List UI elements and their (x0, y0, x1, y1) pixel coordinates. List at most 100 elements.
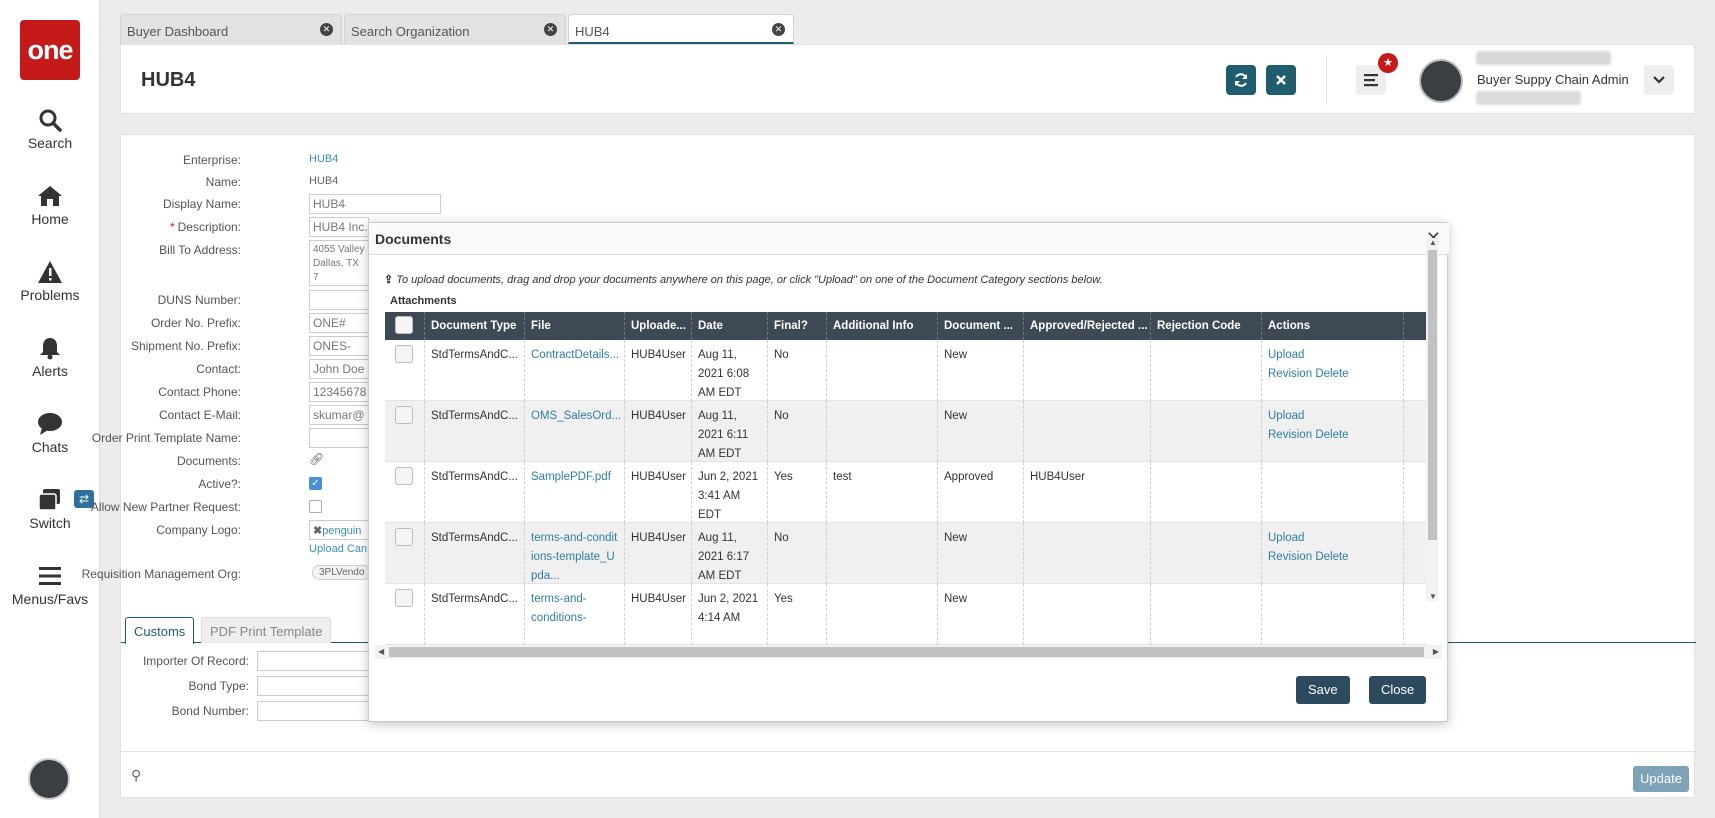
row-checkbox[interactable] (395, 345, 413, 363)
contact-input[interactable]: John Doe (309, 359, 369, 379)
upload-revision-link[interactable]: Upload Revision (1268, 349, 1312, 380)
row-checkbox[interactable] (395, 589, 413, 607)
logo-filename[interactable]: penguin (322, 525, 361, 537)
delete-link[interactable]: Delete (1315, 551, 1348, 563)
upload-link[interactable]: Upload (1268, 349, 1304, 361)
column-header[interactable]: Uploade... (625, 312, 692, 340)
file-link[interactable]: OMS_SalesOrd... (525, 401, 625, 462)
scroll-thumb[interactable] (389, 647, 1424, 657)
order-prefix-input[interactable]: ONE# (309, 313, 369, 333)
close-icon[interactable]: ✕ (772, 23, 785, 36)
refresh-button[interactable] (1226, 65, 1256, 95)
scroll-left-arrow[interactable]: ◀ (378, 647, 384, 656)
contact-phone-input[interactable]: 12345678 (309, 382, 369, 402)
upload-revision-link[interactable]: Upload Revision (1268, 410, 1312, 441)
user-menu-dropdown[interactable] (1644, 65, 1674, 95)
description-input[interactable]: HUB4 Inc. (309, 217, 369, 237)
file-link[interactable]: ContractDetails... (525, 340, 625, 401)
close-tab-button[interactable] (1266, 65, 1296, 95)
display-name-input[interactable]: HUB4 (309, 194, 441, 214)
tab-search-organization[interactable]: Search Organization ✕ (344, 14, 566, 44)
final-cell: No (768, 340, 827, 401)
update-button[interactable]: Update (1633, 766, 1689, 792)
tab-pdf-print-template[interactable]: PDF Print Template (201, 617, 332, 643)
scroll-right-arrow[interactable]: ▶ (1433, 647, 1439, 656)
allow-partner-checkbox[interactable] (309, 500, 322, 513)
bill-to-address-input[interactable]: 4055 Valley Dallas, TX 7 US (309, 240, 369, 286)
nav-item-home[interactable]: Home (0, 184, 100, 227)
column-header[interactable]: Rejection Code (1151, 312, 1262, 340)
revision-link[interactable]: Revision (1268, 429, 1312, 441)
requisition-org-chip[interactable]: 3PLVendo (312, 565, 372, 580)
file-link[interactable]: terms-and-conditions- (525, 584, 625, 645)
field-label: Enterprise: (182, 153, 241, 167)
tab-customs[interactable]: Customs (125, 617, 195, 644)
nav-item-chats[interactable]: Chats (0, 412, 100, 455)
vertical-scrollbar[interactable]: ▲ ▼ (1426, 238, 1438, 601)
bond-type-input[interactable] (257, 676, 377, 696)
revision-link[interactable]: Revision (1268, 551, 1312, 563)
column-header[interactable]: Document ... (938, 312, 1024, 340)
uploader-cell: HUB4User (625, 401, 692, 462)
column-header[interactable]: Document Type (425, 312, 525, 340)
column-header[interactable]: Additional Info (827, 312, 938, 340)
nav-item-problems[interactable]: Problems (0, 260, 100, 303)
active-checkbox[interactable]: ✓ (309, 477, 322, 490)
duns-number-input[interactable] (309, 290, 369, 310)
contact-email-input[interactable]: skumar@ (309, 405, 369, 425)
nav-item-alerts[interactable]: Alerts (0, 336, 100, 379)
page-title: HUB4 (141, 69, 196, 91)
column-header[interactable]: Date (692, 312, 768, 340)
file-link[interactable]: SamplePDF.pdf (525, 462, 625, 523)
upload-hint-text: To upload documents, drag and drop your … (396, 274, 1103, 286)
select-all-checkbox[interactable] (395, 316, 413, 334)
notification-badge[interactable]: ★ (1378, 53, 1398, 73)
column-header[interactable]: File (525, 312, 625, 340)
column-header[interactable]: Final? (768, 312, 827, 340)
close-icon[interactable]: ✕ (320, 23, 333, 36)
divider (1326, 55, 1327, 105)
scroll-thumb[interactable] (1428, 250, 1437, 540)
nav-item-search[interactable]: Search (0, 108, 100, 151)
app-logo[interactable]: one (20, 20, 80, 80)
pin-icon[interactable]: ⚲ (131, 767, 141, 784)
bond-number-input[interactable] (257, 701, 377, 721)
upload-link[interactable]: Upload (309, 543, 344, 555)
row-checkbox[interactable] (395, 528, 413, 546)
file-link[interactable]: terms-and-conditions-template_Upda... (525, 523, 625, 584)
cancel-link[interactable]: Can (347, 543, 367, 555)
enterprise-link[interactable]: HUB4 (309, 153, 338, 165)
scroll-down-arrow[interactable]: ▼ (1429, 592, 1437, 601)
upload-revision-link[interactable]: Upload Revision (1268, 532, 1312, 563)
paperclip-icon[interactable]: 🔗︎ (309, 452, 324, 466)
close-icon (1276, 75, 1286, 85)
tab-hub4[interactable]: HUB4 ✕ (568, 14, 794, 44)
order-print-template-input[interactable] (309, 428, 369, 448)
close-button[interactable]: Close (1369, 676, 1427, 704)
user-avatar[interactable] (1419, 59, 1463, 103)
upload-icon: ⇪ (384, 274, 394, 286)
shipment-prefix-input[interactable]: ONES- (309, 336, 369, 356)
avatar[interactable] (28, 758, 70, 800)
horizontal-scrollbar[interactable]: ◀ ▶ (375, 645, 1442, 659)
save-button[interactable]: Save (1296, 676, 1350, 704)
search-icon (39, 109, 62, 132)
tab-buyer-dashboard[interactable]: Buyer Dashboard ✕ (120, 14, 342, 44)
importer-input[interactable] (257, 651, 377, 671)
remove-icon[interactable]: ✖ (313, 525, 322, 537)
scroll-up-arrow[interactable]: ▲ (1429, 238, 1437, 247)
field-label: Contact Phone: (158, 385, 241, 399)
upload-link[interactable]: Upload (1268, 410, 1304, 422)
column-header[interactable]: Approved/Rejected ... (1024, 312, 1151, 340)
address-line: 4055 Valley (313, 244, 365, 255)
upload-link[interactable]: Upload (1268, 532, 1304, 544)
delete-link[interactable]: Delete (1315, 429, 1348, 441)
delete-link[interactable]: Delete (1315, 368, 1348, 380)
refresh-icon (1235, 73, 1247, 87)
revision-link[interactable]: Revision (1268, 368, 1312, 380)
column-header[interactable]: Actions (1262, 312, 1404, 340)
close-icon[interactable]: ✕ (544, 23, 557, 36)
row-checkbox[interactable] (395, 406, 413, 424)
row-checkbox[interactable] (395, 467, 413, 485)
field-label: DUNS Number: (157, 293, 241, 307)
